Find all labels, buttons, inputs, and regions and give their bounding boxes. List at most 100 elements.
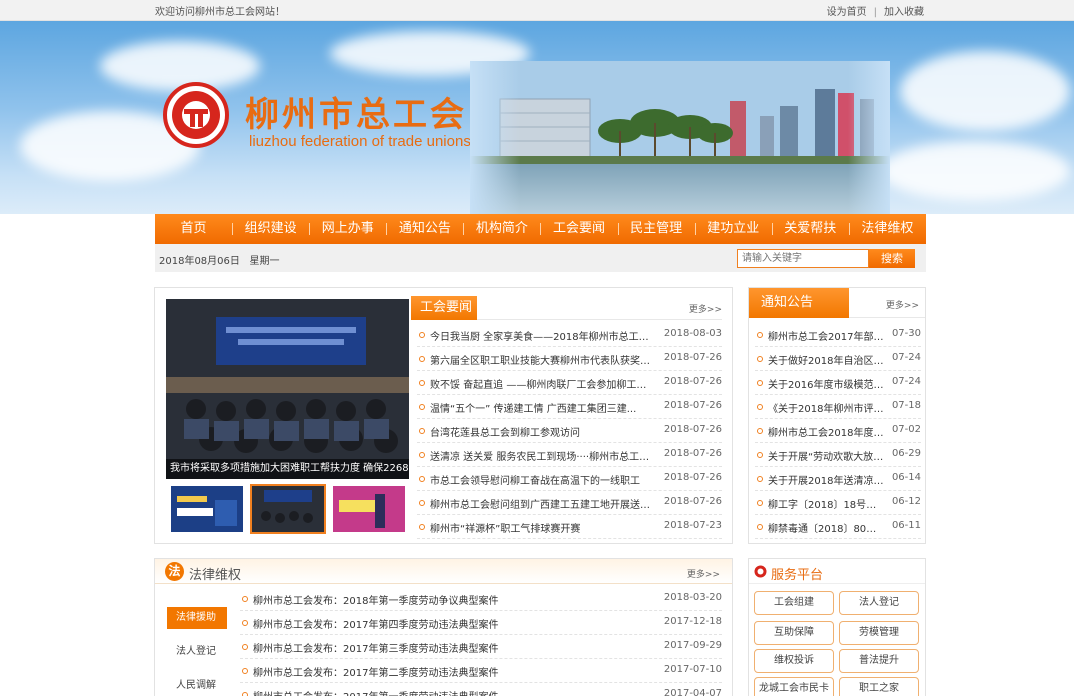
news-title: 柳州市总工会慰问组到广西建工五建工地开展送清... xyxy=(430,500,655,511)
tab-mediation[interactable]: 人民调解 xyxy=(167,669,227,696)
news-item[interactable]: 柳州市总工会慰问组到广西建工五建工地开展送清... 2018-07-26 xyxy=(417,491,722,515)
news-item[interactable]: 柳州市“祥源杯”职工气排球赛开赛 2018-07-23 xyxy=(417,515,722,539)
bullet-icon xyxy=(242,620,248,626)
legal-item[interactable]: 柳州市总工会发布：2017年第三季度劳动违法典型案件 2017-09-29 xyxy=(240,635,722,659)
news-item[interactable]: 送清凉 送关爱 服务农民工到现场····柳州市总工会... 2018-07-26 xyxy=(417,443,722,467)
news-thumbnail-active[interactable] xyxy=(250,484,326,534)
notice-section: 通知公告 更多>> 柳州市总工会2017年部门... 07-30 关于做好2018… xyxy=(748,287,926,544)
search-button[interactable]: 搜索 xyxy=(869,249,915,268)
bullet-icon xyxy=(419,428,425,434)
bookmark-link[interactable]: 加入收藏 xyxy=(884,7,924,18)
weekday-text: 星期一 xyxy=(249,256,280,267)
legal-date: 2018-03-20 xyxy=(663,592,722,603)
nav-item-achievements[interactable]: 建功立业 xyxy=(694,214,772,244)
tab-legal-registration[interactable]: 法人登记 xyxy=(167,635,227,669)
bullet-icon xyxy=(757,380,763,386)
tab-notices[interactable]: 通知公告 xyxy=(749,288,849,318)
service-button-mutual-aid[interactable]: 互助保障 xyxy=(754,621,834,645)
legal-date: 2017-04-07 xyxy=(663,688,722,696)
service-button-law-education[interactable]: 普法提升 xyxy=(839,649,919,673)
legal-more-link[interactable]: 更多>> xyxy=(687,567,720,580)
notice-item[interactable]: 关于2016年度市级模范职... 07-24 xyxy=(755,371,921,395)
notice-item[interactable]: 柳工字〔2018〕18号，20... 06-12 xyxy=(755,491,921,515)
news-item[interactable]: 市总工会领导慰问柳工奋战在高温下的一线职工 2018-07-26 xyxy=(417,467,722,491)
nav-item-news[interactable]: 工会要闻 xyxy=(540,214,617,244)
notice-item[interactable]: 《关于2018年柳州市评比... 07-18 xyxy=(755,395,921,419)
notice-item[interactable]: 关于开展2018年送清凉慰... 06-14 xyxy=(755,467,921,491)
service-button-citizen-card[interactable]: 龙城工会市民卡 xyxy=(754,677,834,696)
nav-item-about[interactable]: 机构简介 xyxy=(463,214,540,244)
service-button-legal-registration[interactable]: 法人登记 xyxy=(839,591,919,615)
news-more-link[interactable]: 更多>> xyxy=(689,302,722,315)
legal-item[interactable]: 柳州市总工会发布：2018年第一季度劳动争议典型案件 2018-03-20 xyxy=(240,587,722,611)
news-date: 2018-07-26 xyxy=(663,448,722,459)
legal-item[interactable]: 柳州市总工会发布：2017年第一季度劳动违法典型案件 2017-04-07 xyxy=(240,683,722,696)
nav-item-home[interactable]: 首页 xyxy=(155,214,232,244)
law-badge-icon: 法 xyxy=(165,562,184,581)
service-header: 服务平台 xyxy=(749,559,925,584)
legal-title: 柳州市总工会发布：2017年第四季度劳动违法典型案件 xyxy=(253,620,499,631)
news-title: 败不馁 奋起直追 ——柳州肉联厂工会参加柳工集... xyxy=(430,380,655,391)
legal-section-title: 法律维权 xyxy=(189,568,242,583)
legal-item[interactable]: 柳州市总工会发布：2017年第四季度劳动违法典型案件 2017-12-18 xyxy=(240,611,722,635)
news-item[interactable]: 今日我当厨 全家享美食——2018年柳州市总工会... 2018-08-03 xyxy=(417,323,722,347)
set-home-link[interactable]: 设为首页 xyxy=(827,7,867,18)
notice-item[interactable]: 关于做好2018年自治区劳... 07-24 xyxy=(755,347,921,371)
bullet-icon xyxy=(757,476,763,482)
service-button-workers-home[interactable]: 职工之家 xyxy=(839,677,919,696)
bullet-icon xyxy=(419,452,425,458)
thumbnail-image xyxy=(171,486,243,532)
search-input[interactable] xyxy=(737,249,869,268)
news-list: 今日我当厨 全家享美食——2018年柳州市总工会... 2018-08-03 第六… xyxy=(417,323,722,539)
legal-date: 2017-09-29 xyxy=(663,640,722,651)
nav-item-legal[interactable]: 法律维权 xyxy=(848,214,926,244)
cloud-decoration xyxy=(880,141,1070,201)
news-item[interactable]: 台湾花莲县总工会到柳工参观访问 2018-07-26 xyxy=(417,419,722,443)
notice-title: 《关于2018年柳州市评比... xyxy=(768,404,886,415)
bullet-icon xyxy=(242,668,248,674)
notice-date: 06-11 xyxy=(891,520,921,531)
legal-title: 柳州市总工会发布：2017年第三季度劳动违法典型案件 xyxy=(253,644,499,655)
legal-title: 柳州市总工会发布：2017年第二季度劳动违法典型案件 xyxy=(253,668,499,679)
nav-item-care[interactable]: 关爱帮扶 xyxy=(771,214,849,244)
legal-item[interactable]: 柳州市总工会发布：2017年第二季度劳动违法典型案件 2017-07-10 xyxy=(240,659,722,683)
top-bar: 欢迎访问柳州市总工会网站！ 设为首页 | 加入收藏 xyxy=(0,0,1074,21)
notice-item[interactable]: 关于开展“劳动欢歌大放送... 06-29 xyxy=(755,443,921,467)
nav-item-democracy[interactable]: 民主管理 xyxy=(617,214,695,244)
news-item[interactable]: 败不馁 奋起直追 ——柳州肉联厂工会参加柳工集... 2018-07-26 xyxy=(417,371,722,395)
nav-item-notices[interactable]: 通知公告 xyxy=(386,214,463,244)
bullet-icon xyxy=(757,452,763,458)
notice-item[interactable]: 柳州市总工会2017年部门... 07-30 xyxy=(755,323,921,347)
bullet-icon xyxy=(757,356,763,362)
nav-item-organization[interactable]: 组织建设 xyxy=(232,214,309,244)
news-date: 2018-08-03 xyxy=(663,328,722,339)
notice-item[interactable]: 柳州市总工会2018年度重... 07-02 xyxy=(755,419,921,443)
bullet-icon xyxy=(419,356,425,362)
photo-caption[interactable]: 我市将采取多项措施加大困难职工帮扶力度 确保2268户... xyxy=(166,459,409,479)
nav-item-online-service[interactable]: 网上办事 xyxy=(309,214,386,244)
tab-union-news[interactable]: 工会要闻 xyxy=(411,296,477,320)
news-thumbnail[interactable] xyxy=(171,486,243,532)
tab-legal-aid[interactable]: 法律援助 xyxy=(167,607,227,629)
news-title: 市总工会领导慰问柳工奋战在高温下的一线职工 xyxy=(430,476,640,487)
news-date: 2018-07-23 xyxy=(663,520,722,531)
notice-item[interactable]: 柳禁毒通〔2018〕80号关... 06-11 xyxy=(755,515,921,539)
news-item[interactable]: 温情“五个一” 传递建工情 广西建工集团三建... 2018-07-26 xyxy=(417,395,722,419)
legal-title: 柳州市总工会发布：2017年第一季度劳动违法典型案件 xyxy=(253,688,613,696)
featured-news-photo[interactable]: 我市将采取多项措施加大困难职工帮扶力度 确保2268户... xyxy=(166,299,409,479)
news-item[interactable]: 第六届全区职工职业技能大赛柳州市代表队获奖选... 2018-07-26 xyxy=(417,347,722,371)
service-button-union-setup[interactable]: 工会组建 xyxy=(754,591,834,615)
news-thumbnail[interactable] xyxy=(333,486,405,532)
news-date: 2018-07-26 xyxy=(663,472,722,483)
news-title: 温情“五个一” 传递建工情 广西建工集团三建... xyxy=(430,404,637,415)
service-button-model-worker[interactable]: 劳模管理 xyxy=(839,621,919,645)
bullet-icon xyxy=(242,644,248,650)
bullet-icon xyxy=(757,332,763,338)
notice-list: 柳州市总工会2017年部门... 07-30 关于做好2018年自治区劳... 07… xyxy=(755,323,921,539)
bullet-icon xyxy=(757,404,763,410)
service-button-complaint[interactable]: 维权投诉 xyxy=(754,649,834,673)
notice-title: 关于做好2018年自治区劳... xyxy=(768,356,886,367)
legal-title: 柳州市总工会发布：2018年第一季度劳动争议典型案件 xyxy=(253,596,499,607)
news-date: 2018-07-26 xyxy=(663,496,722,507)
notice-more-link[interactable]: 更多>> xyxy=(886,298,919,311)
